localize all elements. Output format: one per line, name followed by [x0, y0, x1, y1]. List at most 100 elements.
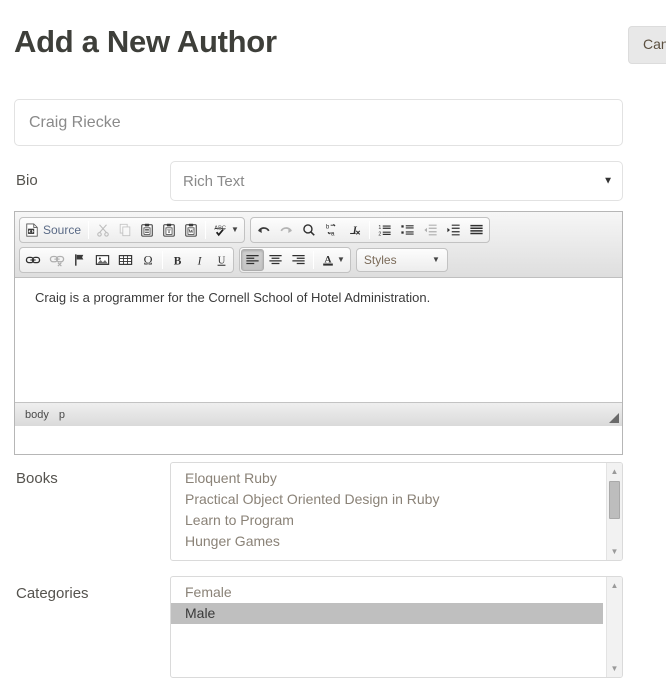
categories-options: Female Male [171, 577, 606, 677]
source-button-label: Source [43, 223, 82, 237]
underline-button[interactable]: U [210, 249, 232, 271]
toolbar-separator [205, 221, 207, 239]
image-button[interactable] [91, 249, 114, 271]
categories-scrollbar[interactable]: ▲ ▼ [606, 577, 622, 677]
bio-format-select[interactable]: Rich Text ▼ [170, 161, 623, 201]
categories-option[interactable]: Female [171, 582, 606, 603]
paste-from-word-button[interactable]: W [180, 219, 202, 241]
unlink-icon [49, 255, 65, 267]
editor-toolbar: Source T W ABC ▼ b a I 1 2 Ω B I U A ▼ S… [15, 212, 622, 278]
table-icon [118, 255, 133, 265]
copy-button[interactable] [114, 219, 136, 241]
rich-text-editor[interactable]: Source T W ABC ▼ b a I 1 2 Ω B I U A ▼ S… [14, 211, 623, 455]
styles-combo-label: Styles [363, 253, 397, 267]
resize-handle-icon[interactable] [609, 413, 619, 423]
books-option[interactable]: Practical Object Oriented Design in Ruby [171, 489, 606, 510]
align-left-icon [246, 254, 259, 265]
books-options: Eloquent Ruby Practical Object Oriented … [171, 463, 606, 560]
author-name-input[interactable] [14, 99, 623, 146]
numbered-list-icon: 1 2 [378, 225, 391, 237]
cancel-button[interactable]: Cancel [628, 26, 666, 64]
paste-text-icon: T [163, 223, 175, 237]
replace-button[interactable]: b a [320, 219, 343, 241]
spellcheck-icon: ABC [214, 226, 226, 237]
scroll-up-arrow-icon[interactable]: ▲ [607, 578, 622, 593]
elements-path-body[interactable]: body [25, 409, 49, 421]
bulleted-list-icon [401, 225, 414, 235]
elements-path-p[interactable]: p [59, 409, 65, 421]
align-right-icon [292, 254, 305, 265]
source-icon [26, 223, 38, 237]
scroll-down-arrow-icon[interactable]: ▼ [607, 544, 622, 559]
align-left-button[interactable] [241, 249, 264, 271]
svg-text:a: a [331, 230, 335, 237]
books-label: Books [16, 470, 58, 487]
books-scrollbar[interactable]: ▲ ▼ [606, 463, 622, 560]
unlink-button[interactable] [45, 249, 69, 271]
table-button[interactable] [114, 249, 137, 271]
books-option[interactable]: Eloquent Ruby [171, 468, 606, 489]
page-title: Add a New Author [14, 24, 277, 59]
styles-combo[interactable]: Styles ▼ [355, 248, 448, 272]
underline-icon: U [217, 256, 225, 267]
categories-label: Categories [16, 585, 89, 602]
add-author-page: Add a New Author Cancel Bio Rich Text ▼ [0, 0, 666, 692]
anchor-button[interactable] [69, 249, 91, 271]
books-option[interactable]: Hunger Games [171, 531, 606, 552]
scroll-down-arrow-icon[interactable]: ▼ [607, 661, 622, 676]
scroll-up-arrow-icon[interactable]: ▲ [607, 464, 622, 479]
copy-icon [119, 223, 131, 237]
special-character-button[interactable]: Ω [137, 249, 159, 271]
text-color-button[interactable]: A ▼ [317, 249, 349, 271]
align-center-button[interactable] [264, 249, 287, 271]
align-center-icon [269, 254, 282, 265]
numbered-list-button[interactable]: 1 2 [373, 219, 396, 241]
outdent-button[interactable] [419, 219, 442, 241]
toolbar-group-editing-paragraph: b a I 1 2 [249, 217, 490, 243]
replace-icon: b a [326, 224, 336, 237]
svg-text:T: T [167, 229, 171, 235]
find-button[interactable] [298, 219, 320, 241]
remove-format-button[interactable]: I [343, 219, 366, 241]
redo-icon [280, 227, 293, 233]
source-button[interactable]: Source [21, 219, 85, 241]
blockquote-icon [470, 224, 483, 235]
align-right-button[interactable] [287, 249, 310, 271]
chevron-down-icon: ▼ [432, 255, 440, 264]
toolbar-group-document-clipboard: Source T W ABC ▼ [19, 217, 245, 243]
editor-content-area[interactable]: Craig is a programmer for the Cornell Sc… [15, 278, 622, 402]
svg-text:2: 2 [378, 231, 381, 237]
redo-button[interactable] [275, 219, 298, 241]
bulleted-list-button[interactable] [396, 219, 419, 241]
categories-option-selected[interactable]: Male [171, 603, 603, 624]
indent-button[interactable] [442, 219, 465, 241]
svg-text:b: b [326, 224, 330, 231]
svg-text:Ω: Ω [143, 253, 152, 267]
omega-icon: Ω [143, 253, 152, 267]
indent-icon [447, 224, 460, 236]
italic-button[interactable]: I [188, 249, 210, 271]
paste-as-text-button[interactable]: T [158, 219, 180, 241]
svg-text:B: B [173, 255, 181, 267]
blockquote-button[interactable] [465, 219, 488, 241]
paste-button[interactable] [136, 219, 158, 241]
editor-toolbar-row-1: Source T W ABC ▼ b a I 1 2 [19, 217, 618, 243]
bold-button[interactable]: B [166, 249, 188, 271]
scrollbar-thumb[interactable] [609, 481, 620, 519]
undo-icon [257, 227, 270, 233]
svg-text:1: 1 [378, 225, 381, 231]
scissors-icon [97, 224, 109, 237]
editor-elements-path: body p [15, 402, 622, 426]
paste-icon [141, 223, 153, 237]
editor-paragraph: Craig is a programmer for the Cornell Sc… [35, 290, 431, 305]
books-option[interactable]: Learn to Program [171, 510, 606, 531]
categories-listbox[interactable]: Female Male ▲ ▼ [170, 576, 623, 678]
cut-button[interactable] [92, 219, 114, 241]
spellcheck-button[interactable]: ABC ▼ [209, 219, 243, 241]
toolbar-separator [88, 221, 90, 239]
books-listbox[interactable]: Eloquent Ruby Practical Object Oriented … [170, 462, 623, 561]
svg-text:I: I [196, 255, 202, 267]
link-button[interactable] [21, 249, 45, 271]
paste-word-icon: W [185, 223, 197, 237]
undo-button[interactable] [252, 219, 275, 241]
